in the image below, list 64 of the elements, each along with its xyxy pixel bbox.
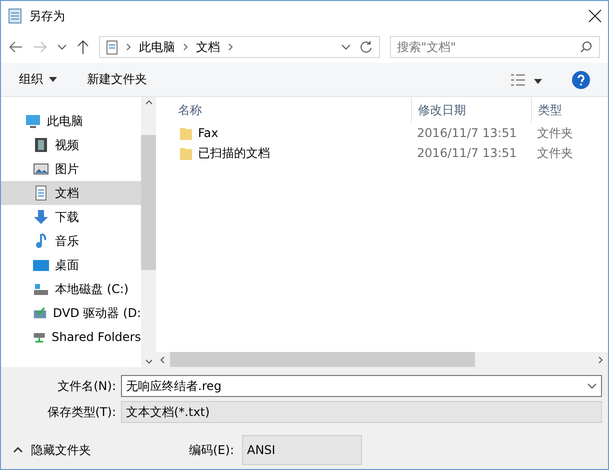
sidebar-item[interactable]: 视频 — [1, 133, 141, 157]
help-icon[interactable] — [572, 70, 590, 88]
search-icon — [580, 41, 592, 53]
sidebar-item[interactable]: DVD 驱动器 (D: — [1, 301, 141, 325]
field-label: 编码(E): — [189, 442, 234, 458]
organize-menu[interactable]: 组织 — [19, 71, 57, 88]
new-folder-button[interactable]: 新建文件夹 — [87, 71, 480, 88]
breadcrumb-item[interactable]: 文档 — [196, 38, 220, 56]
sidebar-item[interactable]: 图片 — [1, 157, 141, 181]
filename-field[interactable]: 无响应终结者.reg — [121, 375, 602, 397]
sidebar-item[interactable]: 文档 — [1, 181, 141, 205]
document-icon — [33, 185, 49, 201]
disc-drive-icon — [33, 305, 47, 321]
desktop-icon — [33, 257, 49, 273]
sidebar-item[interactable]: 音乐 — [1, 229, 141, 253]
collapse-chevron-icon[interactable] — [13, 447, 23, 453]
field-label: 文件名(N): — [56, 378, 117, 395]
caret-icon — [49, 77, 57, 82]
breadcrumb-separator-icon — [183, 43, 188, 51]
close-icon[interactable] — [588, 9, 602, 23]
history-chevron-icon — [57, 44, 67, 50]
view-options-icon[interactable] — [510, 74, 526, 86]
type-cell-text: 文件夹 — [536, 144, 574, 162]
window-title: 另存为 — [29, 8, 66, 24]
music-note-icon — [33, 233, 49, 249]
encoding-dropdown[interactable]: ANSI — [242, 435, 362, 465]
address-bar[interactable]: 此电脑 文档 — [99, 36, 380, 58]
monitor-icon — [25, 113, 41, 129]
field-label: 保存类型(T): — [46, 404, 117, 421]
sidebar-item[interactable]: 桌面 — [1, 253, 141, 277]
sidebar-item[interactable]: 下载 — [1, 205, 141, 229]
breadcrumb-separator-icon — [228, 43, 233, 51]
column-header[interactable]: 类型 — [531, 97, 608, 123]
column-header[interactable]: 名称 — [156, 97, 411, 123]
drive-icon — [33, 281, 49, 297]
dropdown-chevron-icon — [341, 44, 351, 50]
caret-icon — [534, 78, 542, 84]
scrollbar-thumb[interactable] — [141, 134, 156, 270]
download-icon — [33, 209, 49, 225]
breadcrumb-separator-icon — [126, 43, 131, 51]
file-name[interactable]: 已扫描的文档 — [156, 144, 411, 162]
folder-icon — [180, 126, 192, 140]
up-arrow-icon[interactable] — [77, 40, 89, 54]
scrollbar-thumb[interactable] — [170, 352, 475, 367]
sidebar-item[interactable]: 此电脑 — [1, 109, 141, 133]
file-name[interactable]: Fax — [156, 126, 411, 140]
sidebar-item[interactable]: 本地磁盘 (C:) — [1, 277, 141, 301]
chevron-icon — [587, 383, 597, 389]
file-type-dropdown[interactable]: 文本文档(*.txt) — [121, 401, 602, 423]
sidebar-item[interactable]: Shared Folders — [1, 325, 141, 349]
date-cell-text: 2016/11/7 13:51 — [416, 146, 518, 160]
back-arrow-icon[interactable] — [9, 41, 23, 53]
image-icon — [33, 161, 49, 177]
type-cell-text: 文件夹 — [536, 124, 574, 142]
hide-folders-link[interactable]: 隐藏文件夹 — [31, 442, 181, 458]
document-icon — [106, 40, 118, 54]
film-icon — [33, 137, 49, 153]
folder-icon — [180, 146, 192, 160]
notepad-icon — [7, 8, 23, 24]
search-field[interactable]: 搜索"文档" — [390, 36, 600, 58]
date-cell-text: 2016/11/7 13:51 — [416, 126, 518, 140]
column-header[interactable]: 修改日期 — [411, 97, 531, 123]
breadcrumb-item[interactable]: 此电脑 — [139, 38, 175, 56]
refresh-icon[interactable] — [359, 40, 373, 54]
